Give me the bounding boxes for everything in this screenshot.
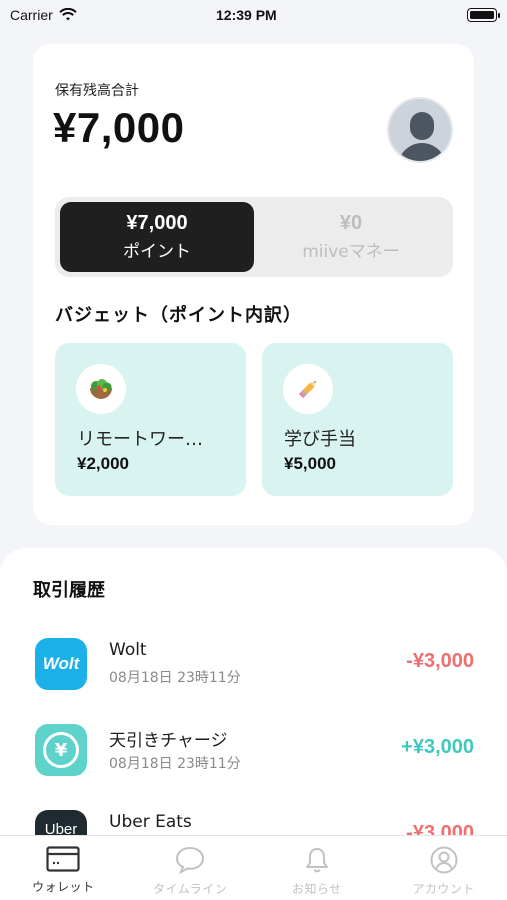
transaction-row[interactable]: ¥ 天引きチャージ 08月18日 23時11分 +¥3,000 — [0, 724, 507, 784]
avatar-body — [398, 143, 446, 161]
tab-label: ウォレット — [32, 880, 95, 894]
tab-label: タイムライン — [153, 882, 228, 896]
yen-logo-text: ¥ — [54, 739, 68, 761]
balance-card: 保有残高合計 ¥7,000 ¥7,000 ポイント ¥0 miiveマネー バジ… — [33, 44, 474, 525]
tab-bar: ウォレット タイムライン お知らせ アカウント — [0, 835, 507, 900]
segment-points-label: ポイント — [123, 242, 191, 262]
transaction-date: 08月18日 23時11分 — [109, 670, 241, 686]
tab-timeline[interactable]: タイムライン — [127, 836, 254, 900]
status-left: Carrier — [10, 7, 77, 23]
budget-name: リモートワー… — [77, 429, 203, 450]
carrier-label: Carrier — [10, 7, 53, 23]
budget-name: 学び手当 — [284, 429, 356, 450]
bell-icon — [305, 848, 328, 873]
transaction-name: Uber Eats — [109, 812, 192, 832]
wallet-icon — [46, 846, 80, 872]
transaction-date: 08月18日 23時11分 — [109, 756, 241, 772]
history-title: 取引履歴 — [33, 580, 105, 601]
transaction-name: Wolt — [109, 640, 147, 660]
segment-points[interactable]: ¥7,000 ポイント — [60, 202, 254, 272]
pencil-icon — [283, 364, 333, 414]
balance-amount: ¥7,000 — [53, 104, 185, 151]
wifi-icon — [59, 8, 77, 21]
clock: 12:39 PM — [216, 7, 277, 23]
segment-money-amount: ¥0 — [339, 212, 363, 234]
account-icon — [430, 846, 458, 874]
tab-account[interactable]: アカウント — [380, 836, 507, 900]
tab-notifications[interactable]: お知らせ — [254, 836, 381, 900]
avatar[interactable] — [387, 97, 453, 163]
balance-label: 保有残高合計 — [55, 83, 139, 99]
segment-points-amount: ¥7,000 — [126, 212, 188, 234]
chat-bubble-icon — [176, 846, 205, 874]
budget-title: バジェット（ポイント内訳） — [55, 305, 302, 326]
balance-segment-control: ¥7,000 ポイント ¥0 miiveマネー — [55, 197, 453, 277]
tab-label: お知らせ — [291, 882, 342, 896]
status-bar: Carrier 12:39 PM — [0, 0, 507, 30]
battery-icon — [467, 8, 500, 22]
salad-bowl-icon — [76, 364, 126, 414]
budget-card-remote-work[interactable]: リモートワー… ¥2,000 — [55, 343, 246, 496]
transaction-name: 天引きチャージ — [109, 731, 228, 751]
budget-amount: ¥2,000 — [77, 454, 129, 473]
transaction-row[interactable]: Uber Uber Eats -¥3,000 — [0, 810, 507, 838]
yen-charge-logo: ¥ — [35, 724, 87, 776]
segment-money[interactable]: ¥0 miiveマネー — [254, 202, 448, 272]
transaction-amount: +¥3,000 — [401, 736, 474, 758]
budget-amount: ¥5,000 — [284, 454, 336, 473]
avatar-head — [410, 112, 434, 140]
wolt-logo: Wolt — [35, 638, 87, 690]
transaction-history: 取引履歴 Wolt Wolt 08月18日 23時11分 -¥3,000 ¥ 天… — [0, 548, 507, 838]
tab-label: アカウント — [412, 882, 475, 896]
uber-eats-logo: Uber — [35, 810, 87, 838]
segment-money-label: miiveマネー — [302, 242, 400, 262]
tab-wallet[interactable]: ウォレット — [0, 836, 127, 900]
wolt-logo-text: Wolt — [42, 654, 80, 673]
transaction-row[interactable]: Wolt Wolt 08月18日 23時11分 -¥3,000 — [0, 638, 507, 698]
budget-card-learning[interactable]: 学び手当 ¥5,000 — [262, 343, 453, 496]
transaction-amount: -¥3,000 — [406, 650, 474, 672]
